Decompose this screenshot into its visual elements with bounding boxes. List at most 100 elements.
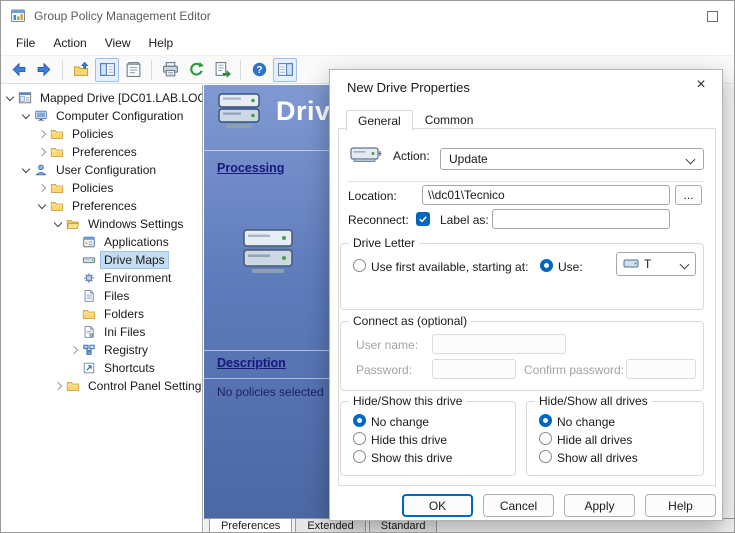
chevron-right-icon[interactable] [53,381,64,392]
menu-bar: FileActionViewHelp [1,31,734,55]
tree-item-ini-files[interactable]: Ini Files [1,323,202,341]
tree-item-drive-maps[interactable]: Drive Maps [1,251,202,269]
radio-use[interactable] [540,259,553,272]
env-icon [82,271,96,285]
back-icon[interactable] [6,58,30,82]
folder-icon [50,199,64,213]
tree-item-mapped-drive-dc01-lab-loca[interactable]: Mapped Drive [DC01.LAB.LOCA [1,89,202,107]
tree-item-label: Environment [101,270,174,286]
no-chevron [69,237,80,248]
confirm-password-label: Confirm password: [524,363,624,377]
chevron-down-icon[interactable] [53,219,64,230]
tree-item-label: Preferences [69,198,140,214]
tree-item-label: Computer Configuration [53,108,186,124]
chevron-down-icon[interactable] [21,165,32,176]
tree-item-label: Shortcuts [101,360,158,376]
no-policies-text: No policies selected [217,385,324,399]
print-icon[interactable] [158,58,182,82]
radio-hide-all-drives[interactable] [539,432,552,445]
menu-help[interactable]: Help [140,33,183,53]
chevron-right-icon[interactable] [37,129,48,140]
tree-item-label: Registry [101,342,151,358]
radio-no-change[interactable] [353,414,366,427]
tree-item-policies[interactable]: Policies [1,125,202,143]
tree-item-preferences[interactable]: Preferences [1,143,202,161]
cancel-button[interactable]: Cancel [483,494,554,517]
menu-view[interactable]: View [96,33,140,53]
menu-action[interactable]: Action [44,33,95,53]
drive-letter-dropdown[interactable]: T [616,252,696,276]
user-name-input [432,334,566,354]
location-value: \\dc01\Tecnico [428,188,505,202]
processing-link[interactable]: Processing [217,161,284,175]
chevron-down-icon[interactable] [5,93,16,104]
file-icon [82,289,96,303]
help-button[interactable]: Help [645,494,716,517]
export-list-icon[interactable] [210,58,234,82]
reconnect-checkbox[interactable] [416,212,430,226]
tree-item-preferences[interactable]: Preferences [1,197,202,215]
refresh-icon[interactable] [184,58,208,82]
no-chevron [69,363,80,374]
chevron-right-icon[interactable] [37,147,48,158]
toolbar-separator [240,60,241,80]
close-icon[interactable]: × [690,75,712,95]
tree-item-control-panel-setting[interactable]: Control Panel Setting [1,377,202,395]
label-as-label: Label as: [440,213,489,227]
console-tree-toggle-icon[interactable] [95,58,119,82]
chevron-down-icon[interactable] [37,201,48,212]
drive-letter-value: T [644,257,651,271]
tree-item-applications[interactable]: Applications [1,233,202,251]
confirm-password-input [626,359,696,379]
action-dropdown[interactable]: Update [440,148,704,170]
folder-icon [50,127,64,141]
dialog-tab-general[interactable]: General [346,110,413,131]
tree-item-label: Windows Settings [85,216,186,232]
tree-item-environment[interactable]: Environment [1,269,202,287]
chevron-down-icon[interactable] [21,111,32,122]
up-folder-icon[interactable] [69,58,93,82]
tree-item-files[interactable]: Files [1,287,202,305]
tree-item-user-configuration[interactable]: User Configuration [1,161,202,179]
folder-open-icon [66,217,80,231]
password-label: Password: [356,363,412,377]
tree-item-computer-configuration[interactable]: Computer Configuration [1,107,202,125]
radio-label-show-this-drive: Show this drive [371,451,452,465]
tree-item-registry[interactable]: Registry [1,341,202,359]
apply-button[interactable]: Apply [564,494,635,517]
ok-button[interactable]: OK [402,494,473,517]
hide-show-all-legend: Hide/Show all drives [535,394,652,408]
radio-use-first-available[interactable] [353,259,366,272]
description-link[interactable]: Description [217,356,286,370]
action-pane-toggle-icon[interactable] [273,58,297,82]
gpme-window: Group Policy Management Editor FileActio… [0,0,735,533]
location-input[interactable]: \\dc01\Tecnico [422,185,670,205]
chevron-right-icon[interactable] [69,345,80,356]
help-icon[interactable]: ? [247,58,271,82]
hide-show-all-drives-group: Hide/Show all drives No changeHide all d… [526,401,704,476]
radio-label-no-change: No change [371,415,429,429]
forward-icon[interactable] [32,58,56,82]
label-as-input[interactable] [492,209,670,229]
view-tab-preferences[interactable]: Preferences [209,519,292,532]
ini-icon [82,325,96,339]
radio-show-all-drives[interactable] [539,450,552,463]
tree-item-policies[interactable]: Policies [1,179,202,197]
tree-item-label: Preferences [69,144,140,160]
chevron-right-icon[interactable] [37,183,48,194]
radio-no-change[interactable] [539,414,552,427]
tree-item-windows-settings[interactable]: Windows Settings [1,215,202,233]
chevron-down-icon [680,260,690,270]
tree-item-label: Control Panel Setting [85,378,203,394]
browse-button[interactable]: ... [675,185,702,205]
radio-show-this-drive[interactable] [353,450,366,463]
tree-item-folders[interactable]: Folders [1,305,202,323]
maximize-button[interactable] [707,11,718,22]
menu-file[interactable]: File [7,33,44,53]
properties-icon[interactable] [121,58,145,82]
drive-maps-icon [216,91,262,131]
tree-item-shortcuts[interactable]: Shortcuts [1,359,202,377]
tree-item-label: Mapped Drive [DC01.LAB.LOCA [37,90,203,106]
radio-hide-this-drive[interactable] [353,432,366,445]
dialog-tab-common[interactable]: Common [413,109,486,130]
